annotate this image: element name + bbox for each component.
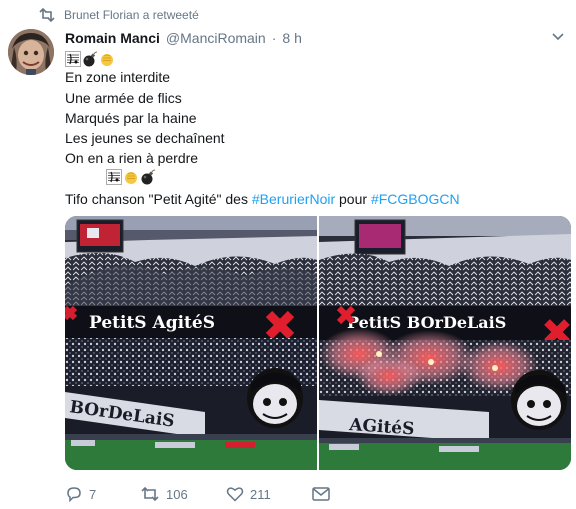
lyric-line-3: Marqués par la haine	[65, 110, 197, 126]
tifo-photo-1[interactable]: PetitS AgitéS BOrDeLaiS	[65, 216, 317, 470]
tweet-actions: 7 106 211	[65, 484, 330, 504]
tweet-header: Romain Manci @ManciRomain · 8 h	[65, 28, 302, 48]
author-handle[interactable]: @ManciRomain	[166, 30, 266, 46]
bomb-emoji	[83, 51, 98, 67]
retweet-button[interactable]: 106	[140, 486, 226, 502]
retweet-context[interactable]: Brunet Florian a retweeté	[38, 6, 199, 24]
separator-dot: ·	[271, 30, 277, 46]
retweet-context-text: Brunet Florian a retweeté	[64, 8, 199, 22]
tifo-caption-prefix: Tifo chanson "Petit Agité" des	[65, 191, 252, 207]
musical-score-emoji	[65, 51, 81, 67]
banner-text-2: PetitS BOrDeLaiS	[347, 313, 506, 332]
lyric-line-2: Une armée de flics	[65, 90, 182, 106]
tifo-caption-middle: pour	[335, 191, 371, 207]
chevron-down-icon[interactable]	[551, 30, 565, 44]
lyric-line-1: En zone interdite	[65, 69, 171, 85]
emoji-row-top	[65, 51, 115, 67]
fist-emoji	[125, 172, 137, 184]
musical-score-emoji	[106, 169, 122, 185]
tweet-timestamp[interactable]: 8 h	[282, 30, 301, 46]
reply-button[interactable]: 7	[65, 485, 140, 503]
direct-message-button[interactable]	[312, 487, 330, 501]
envelope-icon	[312, 487, 330, 501]
avatar-image	[8, 29, 54, 75]
hashtag-berurier-noir[interactable]: #BerurierNoir	[252, 191, 335, 207]
retweet-count: 106	[166, 486, 188, 502]
lyric-line-5: On en a rien à perdre	[65, 150, 199, 166]
author-name[interactable]: Romain Manci	[65, 30, 160, 46]
retweet-icon	[141, 486, 159, 502]
bomb-emoji	[141, 169, 156, 185]
reply-count: 7	[89, 486, 97, 502]
avatar[interactable]	[8, 29, 54, 75]
emoji-row-middle	[106, 169, 156, 185]
retweet-icon	[39, 8, 55, 22]
tifo-caption: Tifo chanson "Petit Agité" des #Berurier…	[65, 189, 460, 209]
heart-icon	[226, 487, 244, 502]
reply-icon	[67, 487, 81, 503]
like-button[interactable]: 211	[226, 486, 312, 502]
tifo-photo-2[interactable]: PetitS BOrDeLaiS AGitéS	[319, 216, 571, 470]
like-count: 211	[250, 486, 271, 502]
hashtag-fcgbogcn[interactable]: #FCGBOGCN	[371, 191, 460, 207]
fist-emoji	[101, 54, 113, 66]
lyric-line-4: Les jeunes se dechaînent	[65, 130, 225, 146]
media-gallery: PetitS AgitéS BOrDeLaiS PetitS BOrDeLaiS…	[65, 216, 571, 470]
banner-text-1: PetitS AgitéS	[89, 313, 215, 333]
